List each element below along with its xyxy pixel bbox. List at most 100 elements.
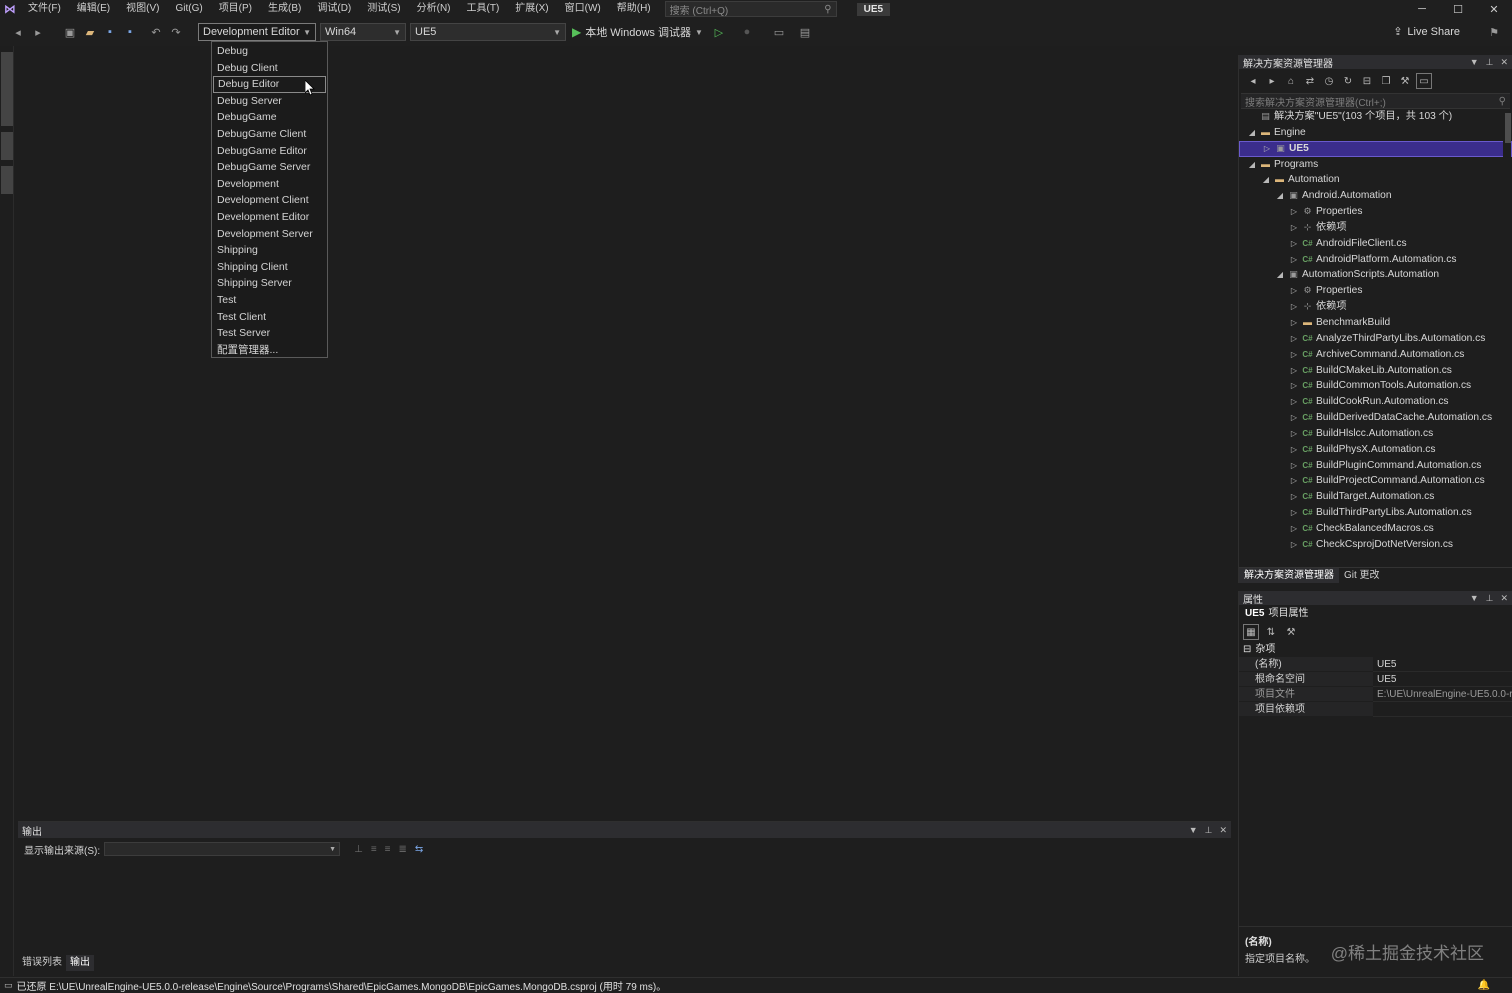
tree-item[interactable]: ▤ 解决方案"UE5"(103 个项目，共 103 个) xyxy=(1239,109,1512,125)
solution-platform-combo[interactable]: Win64 ▼ xyxy=(320,23,406,41)
tree-item[interactable]: ▷ C# BuildProjectCommand.Automation.cs xyxy=(1239,473,1512,489)
tree-item[interactable]: ▷ ▬ BenchmarkBuild xyxy=(1239,315,1512,331)
tree-item[interactable]: ◢ ▬ Automation xyxy=(1239,172,1512,188)
window-position-icon[interactable]: ▼ xyxy=(1189,825,1198,836)
scrollbar[interactable] xyxy=(1503,109,1511,555)
menu-item[interactable]: 项目(P) xyxy=(211,0,260,18)
collapse-icon[interactable]: ⊟ xyxy=(1243,644,1251,655)
expanded-arrow-icon[interactable]: ◢ xyxy=(1275,188,1285,204)
expanded-arrow-icon[interactable]: ◢ xyxy=(1247,157,1257,173)
properties-icon[interactable]: ⚒ xyxy=(1397,73,1413,89)
configuration-option[interactable]: DebugGame Server xyxy=(212,159,327,176)
alphabetical-icon[interactable]: ⇅ xyxy=(1263,624,1279,640)
tree-item[interactable]: ◢ ▬ Programs xyxy=(1239,157,1512,173)
tree-item[interactable]: ▷C#CheckForHacks.cs xyxy=(1239,553,1512,556)
open-folder-icon[interactable]: ▰ xyxy=(82,24,98,40)
configuration-option[interactable]: Development Server xyxy=(212,226,327,243)
tree-item[interactable]: ▷ C# AndroidPlatform.Automation.cs xyxy=(1239,252,1512,268)
menu-item[interactable]: 编辑(E) xyxy=(69,0,118,18)
next-message-icon[interactable]: ≡ xyxy=(385,844,391,855)
configuration-option[interactable]: Development Client xyxy=(212,192,327,209)
property-value[interactable]: UE5 xyxy=(1373,672,1512,687)
collapsed-arrow-icon[interactable]: ▷ xyxy=(1289,505,1299,521)
tree-item[interactable]: ▷ ⚙ Properties xyxy=(1239,283,1512,299)
close-icon[interactable]: ✕ xyxy=(1476,0,1512,18)
notification-icon[interactable]: 🔔 xyxy=(1478,980,1490,991)
properties-object-selector[interactable]: UE5 项目属性 xyxy=(1239,605,1512,622)
pin-icon[interactable]: ⊥ xyxy=(1205,825,1213,836)
forward-icon[interactable]: ▸ xyxy=(1264,73,1280,89)
configuration-option[interactable]: Development Editor xyxy=(212,209,327,226)
expanded-arrow-icon[interactable]: ◢ xyxy=(1275,267,1285,283)
tree-item[interactable]: ◢ ▣ Android.Automation xyxy=(1239,188,1512,204)
collapsed-arrow-icon[interactable]: ▷ xyxy=(1289,236,1299,252)
tree-item[interactable]: ▷ C# BuildPluginCommand.Automation.cs xyxy=(1239,458,1512,474)
configuration-option[interactable]: Test Server xyxy=(212,325,327,342)
solution-configuration-combo[interactable]: Development Editor ▼ xyxy=(198,23,316,41)
start-debugging-button[interactable]: ▶ 本地 Windows 调试器 ▼ xyxy=(572,24,703,40)
tree-item[interactable]: ▷ C# ArchiveCommand.Automation.cs xyxy=(1239,347,1512,363)
back-icon[interactable]: ◂ xyxy=(1245,73,1261,89)
close-icon[interactable]: ✕ xyxy=(1500,57,1508,68)
maximize-icon[interactable]: ☐ xyxy=(1440,0,1476,18)
prev-message-icon[interactable]: ≡ xyxy=(371,844,377,855)
property-row[interactable]: 根命名空间 UE5 xyxy=(1239,672,1512,687)
menu-item[interactable]: 工具(T) xyxy=(459,0,508,18)
menu-item[interactable]: 窗口(W) xyxy=(557,0,609,18)
menu-item[interactable]: 扩展(X) xyxy=(507,0,556,18)
property-row[interactable]: 项目依赖项 xyxy=(1239,702,1512,717)
browser-link-icon[interactable]: ▭ xyxy=(771,24,787,40)
back-icon[interactable]: ◂ xyxy=(10,24,26,40)
data-sources-tab[interactable] xyxy=(1,166,13,194)
tree-item[interactable]: ▷ C# CheckBalancedMacros.cs xyxy=(1239,521,1512,537)
panel-tab[interactable]: 解决方案资源管理器 xyxy=(1239,568,1339,583)
tree-item[interactable]: ▷ ⊹ 依赖项 xyxy=(1239,299,1512,315)
collapsed-arrow-icon[interactable]: ▷ xyxy=(1289,394,1299,410)
feedback-icon[interactable]: ⚑ xyxy=(1486,24,1502,40)
configuration-option[interactable]: Test xyxy=(212,292,327,309)
tree-item[interactable]: ▷ C# BuildCMakeLib.Automation.cs xyxy=(1239,363,1512,379)
menu-item[interactable]: 分析(N) xyxy=(409,0,459,18)
start-without-debugging-icon[interactable]: ▷ xyxy=(711,24,727,40)
tree-item[interactable]: ▷ C# BuildHlslcc.Automation.cs xyxy=(1239,426,1512,442)
panel-tab[interactable]: Git 更改 xyxy=(1339,568,1385,583)
collapsed-arrow-icon[interactable]: ▷ xyxy=(1289,252,1299,268)
tree-item[interactable]: ▷ ▣ UE5 xyxy=(1239,140,1512,157)
tree-item[interactable]: ▷ ⊹ 依赖项 xyxy=(1239,220,1512,236)
output-source-select[interactable]: ▼ xyxy=(104,842,341,856)
property-value[interactable] xyxy=(1373,702,1512,717)
collapsed-arrow-icon[interactable]: ▷ xyxy=(1289,204,1299,220)
expanded-arrow-icon[interactable]: ◢ xyxy=(1261,172,1271,188)
redo-icon[interactable]: ↷ xyxy=(168,24,184,40)
forward-icon[interactable]: ▸ xyxy=(30,24,46,40)
live-share-button[interactable]: ⇪ Live Share xyxy=(1393,25,1460,39)
window-position-icon[interactable]: ▼ xyxy=(1470,57,1479,68)
preview-icon[interactable]: ▭ xyxy=(1416,73,1432,89)
search-icon[interactable]: ⚲ xyxy=(824,4,831,15)
collapsed-arrow-icon[interactable]: ▷ xyxy=(1289,537,1299,553)
toolbox-tab[interactable] xyxy=(1,132,13,160)
find-message-icon[interactable]: ⊥ xyxy=(354,844,363,855)
attach-icon[interactable]: ● xyxy=(739,24,755,40)
tree-item[interactable]: ▷ ⚙ Properties xyxy=(1239,204,1512,220)
pending-changes-filter-icon[interactable]: ◷ xyxy=(1321,73,1337,89)
save-all-icon[interactable]: ▪ xyxy=(122,24,138,40)
collapsed-arrow-icon[interactable]: ▷ xyxy=(1289,347,1299,363)
collapsed-arrow-icon[interactable]: ▷ xyxy=(1289,410,1299,426)
new-project-icon[interactable]: ▣ xyxy=(62,24,78,40)
save-icon[interactable]: ▪ xyxy=(102,24,118,40)
configuration-option[interactable]: DebugGame xyxy=(212,109,327,126)
collapsed-arrow-icon[interactable]: ▷ xyxy=(1262,141,1272,157)
collapsed-arrow-icon[interactable]: ▷ xyxy=(1289,458,1299,474)
configuration-option[interactable]: Test Client xyxy=(212,309,327,326)
collapsed-arrow-icon[interactable]: ▷ xyxy=(1289,473,1299,489)
collapsed-arrow-icon[interactable]: ▷ xyxy=(1289,331,1299,347)
configuration-option[interactable]: DebugGame Client xyxy=(212,126,327,143)
tree-item[interactable]: ▷ C# BuildDerivedDataCache.Automation.cs xyxy=(1239,410,1512,426)
tree-item[interactable]: ▷ C# AnalyzeThirdPartyLibs.Automation.cs xyxy=(1239,331,1512,347)
collapsed-arrow-icon[interactable]: ▷ xyxy=(1289,521,1299,537)
sync-icon[interactable]: ↻ xyxy=(1340,73,1356,89)
collapsed-arrow-icon[interactable]: ▷ xyxy=(1289,426,1299,442)
startup-project-combo[interactable]: UE5 ▼ xyxy=(410,23,566,41)
window-position-icon[interactable]: ▼ xyxy=(1470,593,1479,604)
